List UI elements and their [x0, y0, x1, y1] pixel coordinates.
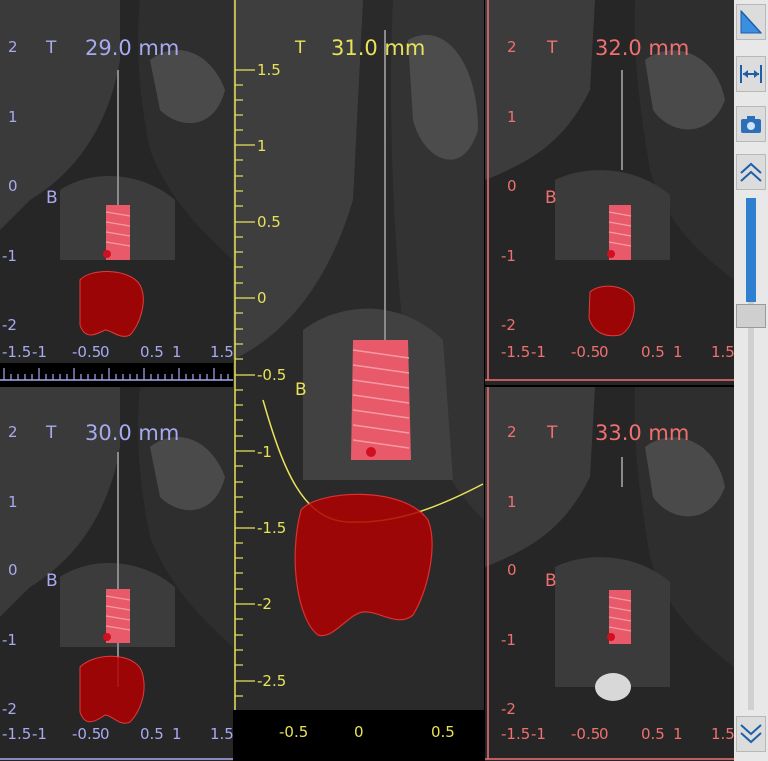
width-measure-icon: [740, 65, 762, 83]
distance-label: 31.0 mm: [331, 36, 426, 60]
x-tick: -1: [531, 343, 546, 361]
x-tick: 0: [599, 725, 609, 743]
slice-panel-33mm[interactable]: 33.0 mm T B 2 1 0 -1 -2 -1.5 -1 -0.5 0 0…: [485, 387, 734, 761]
y-tick: -2: [501, 316, 516, 334]
camera-icon: [741, 116, 761, 133]
y-tick: -1: [257, 443, 272, 461]
slice-panel-31mm[interactable]: 31.0 mm T B 1.5 1 0.5 0 -0.5 -1 -1.5 -2 …: [233, 0, 484, 761]
bottom-marker: B: [545, 188, 557, 208]
x-tick: -0.5: [279, 723, 309, 741]
slice-panel-32mm[interactable]: 32.0 mm T B 2 1 0 -1 -2 -1.5 -1 -0.5 0 0…: [485, 0, 734, 385]
y-tick: -1: [501, 247, 516, 265]
x-tick: -1: [531, 725, 546, 743]
right-toolbar: [734, 0, 768, 761]
x-tick: 0.5: [641, 725, 665, 743]
y-tick: 2: [507, 38, 517, 56]
bottom-marker: B: [545, 571, 557, 591]
x-tick: -1.5: [501, 343, 531, 361]
y-tick: 0: [507, 561, 517, 579]
x-tick: 0.5: [641, 343, 665, 361]
x-tick: -1.5: [501, 725, 531, 743]
distance-label: 32.0 mm: [595, 36, 690, 60]
x-tick: 0.5: [431, 723, 455, 741]
x-tick: 1.5: [711, 725, 734, 743]
y-tick: -2: [257, 595, 272, 613]
ruler-axes: [0, 368, 233, 381]
top-marker: T: [547, 38, 558, 58]
y-tick: 0: [507, 177, 517, 195]
y-tick: 1.5: [257, 61, 281, 79]
x-tick: 1: [673, 725, 683, 743]
slice-panel-29mm[interactable]: 29.0 mm T B 2 1 0 -1 -2 -1.5 -1 -0.5 0 0…: [0, 0, 233, 385]
x-tick: -0.5: [571, 725, 601, 743]
scroll-down-icon: [740, 724, 762, 744]
y-tick: 1: [507, 108, 517, 126]
y-tick: 2: [507, 423, 517, 441]
x-tick: 0: [599, 343, 609, 361]
distance-label: 33.0 mm: [595, 421, 690, 445]
y-tick: 0: [257, 289, 267, 307]
scroll-up-button[interactable]: [736, 154, 766, 190]
scroll-up-icon: [740, 162, 762, 182]
bottom-marker: B: [295, 380, 307, 400]
ruler-axes: [0, 758, 233, 760]
camera-button[interactable]: [736, 106, 766, 142]
x-tick: -0.5: [571, 343, 601, 361]
y-tick: -0.5: [257, 366, 287, 384]
slice-panel-30mm[interactable]: 30.0 mm T B 2 1 0 -1 -2 -1.5 -1 -0.5 0 0…: [0, 387, 233, 761]
measure-triangle-button[interactable]: [736, 4, 766, 40]
measure-triangle-icon: [740, 9, 763, 34]
width-measure-button[interactable]: [736, 56, 766, 92]
scroll-thumb[interactable]: [736, 304, 766, 328]
top-marker: T: [295, 38, 306, 58]
y-tick: 1: [507, 493, 517, 511]
y-tick: 0.5: [257, 213, 281, 231]
y-tick: -2.5: [257, 672, 287, 690]
x-tick: 0: [354, 723, 364, 741]
x-tick: 1.5: [711, 343, 734, 361]
scroll-down-button[interactable]: [736, 716, 766, 752]
y-tick: -1: [501, 631, 516, 649]
y-tick: -2: [501, 700, 516, 718]
y-tick: 1: [257, 137, 267, 155]
top-marker: T: [547, 423, 558, 443]
x-tick: 1: [673, 343, 683, 361]
y-tick: -1.5: [257, 519, 287, 537]
scroll-fill: [746, 198, 756, 302]
